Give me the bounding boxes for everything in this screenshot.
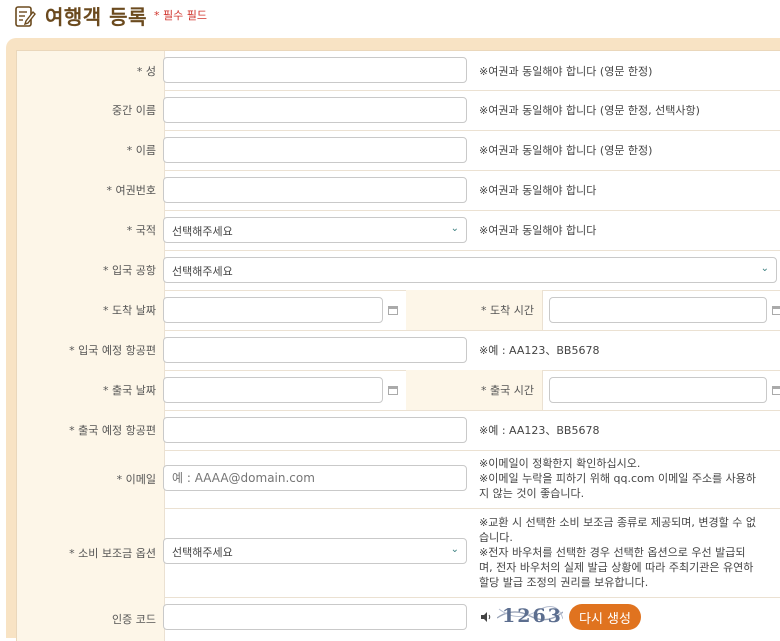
edit-document-icon <box>15 6 36 27</box>
row-subsidy: * 소비 보조금 옵션 선택해주세요 ⌄ ※교환 시 선택한 소비 보조금 종류… <box>17 508 780 598</box>
captcha-input[interactable] <box>163 604 467 630</box>
departure-time-input[interactable] <box>549 377 767 403</box>
subsidy-note-line-3: ※전자 바우처를 선택한 경우 선택한 옵션으로 우선 발급되 <box>479 546 746 559</box>
row-nationality: * 국적 선택해주세요 ⌄ ※여권과 동일해야 합니다 <box>17 210 780 251</box>
row-departure: * 출국 날짜 * 출국 시간 <box>17 370 780 411</box>
middle-name-note: ※여권과 동일해야 합니다 (영문 한정, 선택사항) <box>479 104 700 117</box>
row-airport: * 입국 공항 선택해주세요 ⌄ <box>17 250 780 291</box>
email-label: * 이메일 <box>17 450 165 508</box>
passport-note: ※여권과 동일해야 합니다 <box>479 184 597 197</box>
captcha-label: 인증 코드 <box>17 597 165 641</box>
departure-time-label: * 출국 시간 <box>406 370 543 410</box>
first-name-label: * 이름 <box>17 130 165 170</box>
middle-name-input[interactable] <box>163 97 467 123</box>
calendar-icon[interactable] <box>388 306 398 315</box>
subsidy-label: * 소비 보조금 옵션 <box>17 508 165 597</box>
arrival-time-label: * 도착 시간 <box>406 290 543 330</box>
clock-icon[interactable] <box>772 386 780 395</box>
row-last-name: * 성 ※여권과 동일해야 합니다 (영문 한정) <box>17 51 780 91</box>
departure-date-input[interactable] <box>163 377 383 403</box>
email-note: ※이메일이 정확한지 확인하십시오. ※이메일 누락을 피하기 위해 qq.co… <box>479 456 756 501</box>
email-note-line-2: ※이메일 누락을 피하기 위해 qq.com 이메일 주소를 사용하 <box>479 472 757 485</box>
email-note-line-3: 지 않는 것이 좋습니다. <box>479 487 585 500</box>
first-name-note: ※여권과 동일해야 합니다 (영문 한정) <box>479 144 653 157</box>
email-input[interactable] <box>163 465 467 491</box>
calendar-icon[interactable] <box>388 386 398 395</box>
airport-label: * 입국 공항 <box>17 250 165 290</box>
airport-select-value: 선택해주세요 <box>172 265 233 278</box>
speaker-icon[interactable] <box>480 612 492 622</box>
nationality-label: * 국적 <box>17 210 165 250</box>
arrival-flight-note: ※예 : AA123、BB5678 <box>479 344 600 357</box>
departure-flight-note: ※예 : AA123、BB5678 <box>479 424 600 437</box>
regenerate-button[interactable]: 다시 생성 <box>569 604 641 630</box>
passport-label: * 여권번호 <box>17 170 165 210</box>
subsidy-note-line-2: 습니다. <box>479 531 513 544</box>
row-first-name: * 이름 ※여권과 동일해야 합니다 (영문 한정) <box>17 130 780 171</box>
airport-select[interactable]: 선택해주세요 ⌄ <box>163 257 777 283</box>
chevron-down-icon: ⌄ <box>760 263 769 274</box>
row-passport: * 여권번호 ※여권과 동일해야 합니다 <box>17 170 780 211</box>
registration-form: * 성 ※여권과 동일해야 합니다 (영문 한정) 중간 이름 ※여권과 동일해… <box>16 50 780 641</box>
arrival-date-label: * 도착 날짜 <box>17 290 165 330</box>
row-departure-flight: * 출국 예정 항공편 ※예 : AA123、BB5678 <box>17 410 780 451</box>
row-email: * 이메일 ※이메일이 정확한지 확인하십시오. ※이메일 누락을 피하기 위해… <box>17 450 780 509</box>
subsidy-note-line-4: 며, 전자 바우처의 실제 발급 상황에 따라 주최기관은 유연하 <box>479 561 754 574</box>
arrival-flight-label: * 입국 예정 항공편 <box>17 330 165 370</box>
nationality-select-value: 선택해주세요 <box>172 225 233 238</box>
nationality-select[interactable]: 선택해주세요 ⌄ <box>163 217 467 243</box>
subsidy-note-line-1: ※교환 시 선택한 소비 보조금 종류로 제공되며, 변경할 수 없 <box>479 516 756 529</box>
arrival-date-input[interactable] <box>163 297 383 323</box>
chevron-down-icon: ⌄ <box>450 223 459 234</box>
nationality-note: ※여권과 동일해야 합니다 <box>479 224 597 237</box>
passport-number-input[interactable] <box>163 177 467 203</box>
departure-date-label: * 출국 날짜 <box>17 370 165 410</box>
arrival-time-input[interactable] <box>549 297 767 323</box>
chevron-down-icon: ⌄ <box>450 544 459 555</box>
email-note-line-1: ※이메일이 정확한지 확인하십시오. <box>479 457 641 470</box>
departure-flight-label: * 출국 예정 항공편 <box>17 410 165 450</box>
row-middle-name: 중간 이름 ※여권과 동일해야 합니다 (영문 한정, 선택사항) <box>17 90 780 131</box>
arrival-flight-input[interactable] <box>163 337 467 363</box>
row-arrival-flight: * 입국 예정 항공편 ※예 : AA123、BB5678 <box>17 330 780 371</box>
clock-icon[interactable] <box>772 306 780 315</box>
page-title: 여행객 등록 <box>45 5 147 29</box>
page-header: 여행객 등록 * 필수 필드 <box>0 0 780 38</box>
row-captcha: 인증 코드 1263 다시 생성 <box>17 597 780 641</box>
subsidy-note: ※교환 시 선택한 소비 보조금 종류로 제공되며, 변경할 수 없 습니다. … <box>479 515 756 590</box>
captcha-code: 1263 <box>502 605 563 625</box>
subsidy-note-line-5: 할당 발급 조정의 권리를 보유합니다. <box>479 576 649 589</box>
captcha-image: 1263 <box>497 603 563 625</box>
middle-name-label: 중간 이름 <box>17 90 165 130</box>
last-name-input[interactable] <box>163 57 467 83</box>
subsidy-select-value: 선택해주세요 <box>172 546 233 559</box>
departure-flight-input[interactable] <box>163 417 467 443</box>
last-name-note: ※여권과 동일해야 합니다 (영문 한정) <box>479 65 653 78</box>
last-name-label: * 성 <box>17 51 165 90</box>
subsidy-select[interactable]: 선택해주세요 ⌄ <box>163 538 467 564</box>
row-arrival: * 도착 날짜 * 도착 시간 <box>17 290 780 331</box>
required-fields-note: * 필수 필드 <box>154 9 207 22</box>
first-name-input[interactable] <box>163 137 467 163</box>
